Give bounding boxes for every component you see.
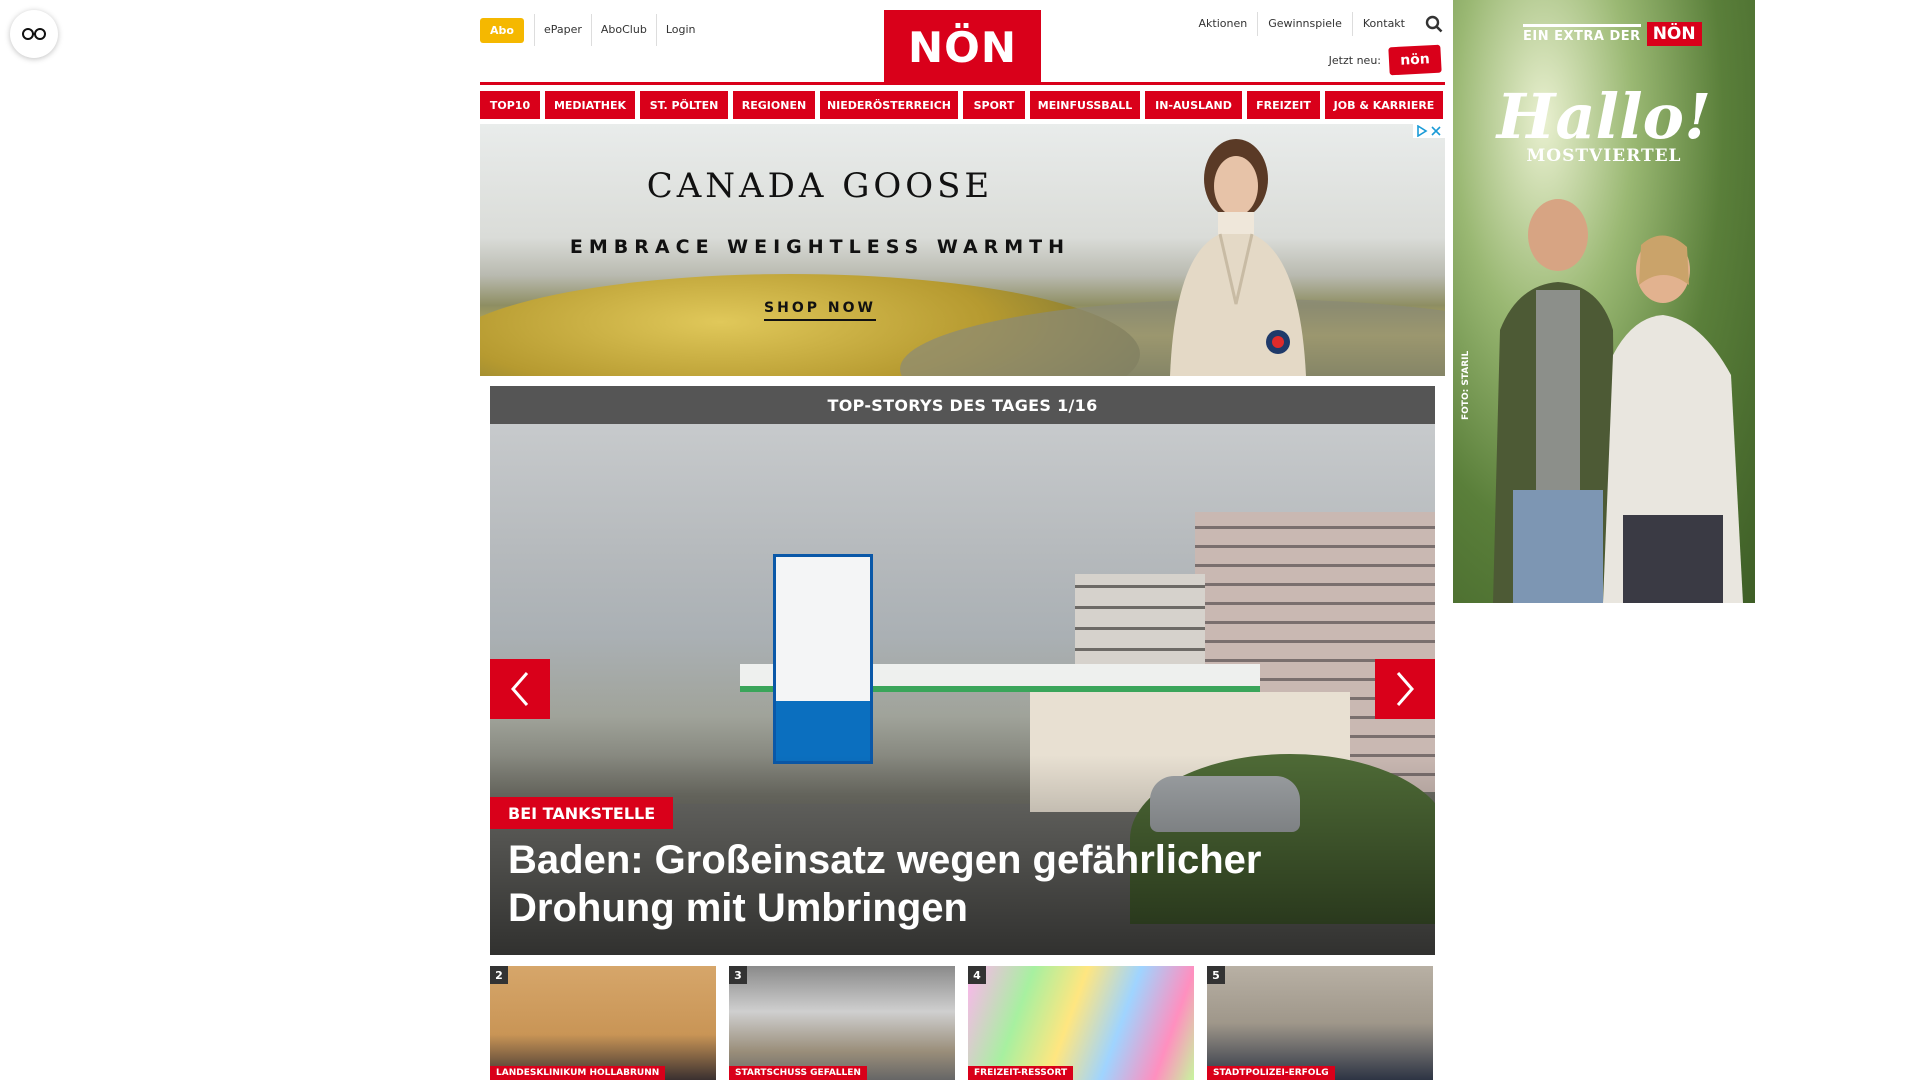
hero-kicker: BEI TANKSTELLE	[490, 797, 674, 829]
hero-headline[interactable]: Baden: Großeinsatz wegen gefährlicher Dr…	[508, 836, 1375, 932]
glasses-icon	[22, 28, 46, 40]
nav-regionen[interactable]: REGIONEN	[733, 91, 815, 119]
header-divider	[480, 82, 1445, 85]
story-thumb-number: 3	[729, 966, 747, 984]
kontakt-link[interactable]: Kontakt	[1351, 12, 1415, 36]
app-badge-logo: nön	[1388, 44, 1442, 76]
ad-tagline: EMBRACE WEIGHTLESS WARMTH	[569, 236, 1071, 258]
story-thumb-3[interactable]: 3 STARTSCHUSS GEFALLEN	[729, 966, 955, 1080]
hero-story[interactable]: BEI TANKSTELLE Baden: Großeinsatz wegen …	[490, 424, 1435, 955]
ad-shop-now-label: SHOP NOW	[764, 300, 876, 321]
nav-top10[interactable]: TOP10	[480, 91, 540, 119]
close-icon[interactable]	[1430, 125, 1442, 137]
abo-button[interactable]: Abo	[480, 17, 524, 43]
story-thumb-2[interactable]: 2 LANDESKLINIKUM HOLLABRUNN	[490, 966, 716, 1080]
carousel-prev-button[interactable]	[490, 659, 550, 719]
nav-sport[interactable]: SPORT	[963, 91, 1025, 119]
story-thumb-label: FREIZEIT-RESSORT	[968, 1066, 1074, 1080]
ad-choices[interactable]	[1413, 124, 1445, 138]
sidead-photo-credit: FOTO: STARIL	[1461, 350, 1471, 420]
hero-image-price-sign	[773, 554, 873, 764]
story-thumb-number: 2	[490, 966, 508, 984]
chevron-right-icon	[1396, 672, 1414, 706]
nav-freizeit[interactable]: FREIZEIT	[1247, 91, 1320, 119]
aktionen-link[interactable]: Aktionen	[1189, 12, 1258, 36]
nav-st-poelten[interactable]: ST. PÖLTEN	[640, 91, 728, 119]
aboclub-link[interactable]: AboClub	[590, 14, 656, 46]
category-nav: TOP10 MEDIATHEK ST. PÖLTEN REGIONEN NIED…	[480, 91, 1443, 119]
login-link[interactable]: Login	[655, 14, 705, 46]
search-icon[interactable]	[1423, 13, 1445, 35]
site-logo[interactable]: NÖN	[884, 10, 1041, 84]
story-thumb-5[interactable]: 5 STADTPOLIZEI-ERFOLG	[1207, 966, 1433, 1080]
reader-mode-button[interactable]	[10, 10, 58, 58]
epaper-link[interactable]: ePaper	[533, 14, 591, 46]
sidead-person-woman	[1603, 235, 1743, 603]
top-stories: TOP-STORYS DES TAGES 1/16 BEI TANKSTELLE…	[490, 386, 1435, 955]
nav-meinfussball[interactable]: MEINFUSSBALL	[1030, 91, 1140, 119]
nav-job-karriere[interactable]: JOB & KARRIERE	[1325, 91, 1443, 119]
site-container: Abo ePaper AboClub Login NÖN Aktionen Ge…	[480, 0, 1445, 1080]
nav-mediathek[interactable]: MEDIATHEK	[545, 91, 635, 119]
nav-niederoesterreich[interactable]: NIEDERÖSTERREICH	[820, 91, 958, 119]
gewinnspiele-link[interactable]: Gewinnspiele	[1257, 12, 1352, 36]
ad-shop-now[interactable]: SHOP NOW	[480, 297, 1160, 321]
story-thumb-label: STARTSCHUSS GEFALLEN	[729, 1066, 867, 1080]
story-thumb-4[interactable]: 4 FREIZEIT-RESSORT	[968, 966, 1194, 1080]
app-promo-label: Jetzt neu:	[1328, 53, 1381, 67]
ad-brand: CANADA GOOSE	[646, 166, 994, 206]
chevron-left-icon	[511, 672, 529, 706]
app-promo[interactable]: Jetzt neu: nön	[1328, 44, 1442, 76]
nav-in-ausland[interactable]: IN-AUSLAND	[1145, 91, 1242, 119]
sidead-logo: NÖN	[1646, 22, 1702, 46]
canada-goose-ad[interactable]: CANADA GOOSE EMBRACE WEIGHTLESS WARMTH S…	[480, 124, 1445, 376]
sidead-hallo: Hallo!	[1496, 80, 1712, 153]
story-thumb-number: 4	[968, 966, 986, 984]
carousel-next-button[interactable]	[1375, 659, 1435, 719]
story-thumb-label: STADTPOLIZEI-ERFOLG	[1207, 1066, 1335, 1080]
story-thumb-number: 5	[1207, 966, 1225, 984]
sidead-extra-text: EIN EXTRA DER	[1523, 24, 1641, 44]
story-thumbnails: 2 LANDESKLINIKUM HOLLABRUNN 3 STARTSCHUS…	[490, 966, 1435, 1080]
top-stories-header: TOP-STORYS DES TAGES 1/16	[490, 386, 1435, 424]
sidead-person-man	[1493, 199, 1616, 603]
top-nav: Abo ePaper AboClub Login	[480, 14, 705, 46]
sidead-region: MOSTVIERTEL	[1526, 146, 1682, 166]
story-thumb-label: LANDESKLINIKUM HOLLABRUNN	[490, 1066, 666, 1080]
sidead-extra-banner: EIN EXTRA DER NÖN	[1523, 22, 1702, 46]
site-header: Abo ePaper AboClub Login NÖN Aktionen Ge…	[480, 0, 1445, 86]
ad-model-image	[1170, 139, 1306, 376]
right-nav: Aktionen Gewinnspiele Kontakt	[1189, 12, 1445, 36]
adchoices-icon	[1417, 125, 1428, 137]
sidebar-ad-hallo-mostviertel[interactable]: EIN EXTRA DER NÖN Hallo! MOSTVIERTEL FOT…	[1453, 0, 1755, 603]
